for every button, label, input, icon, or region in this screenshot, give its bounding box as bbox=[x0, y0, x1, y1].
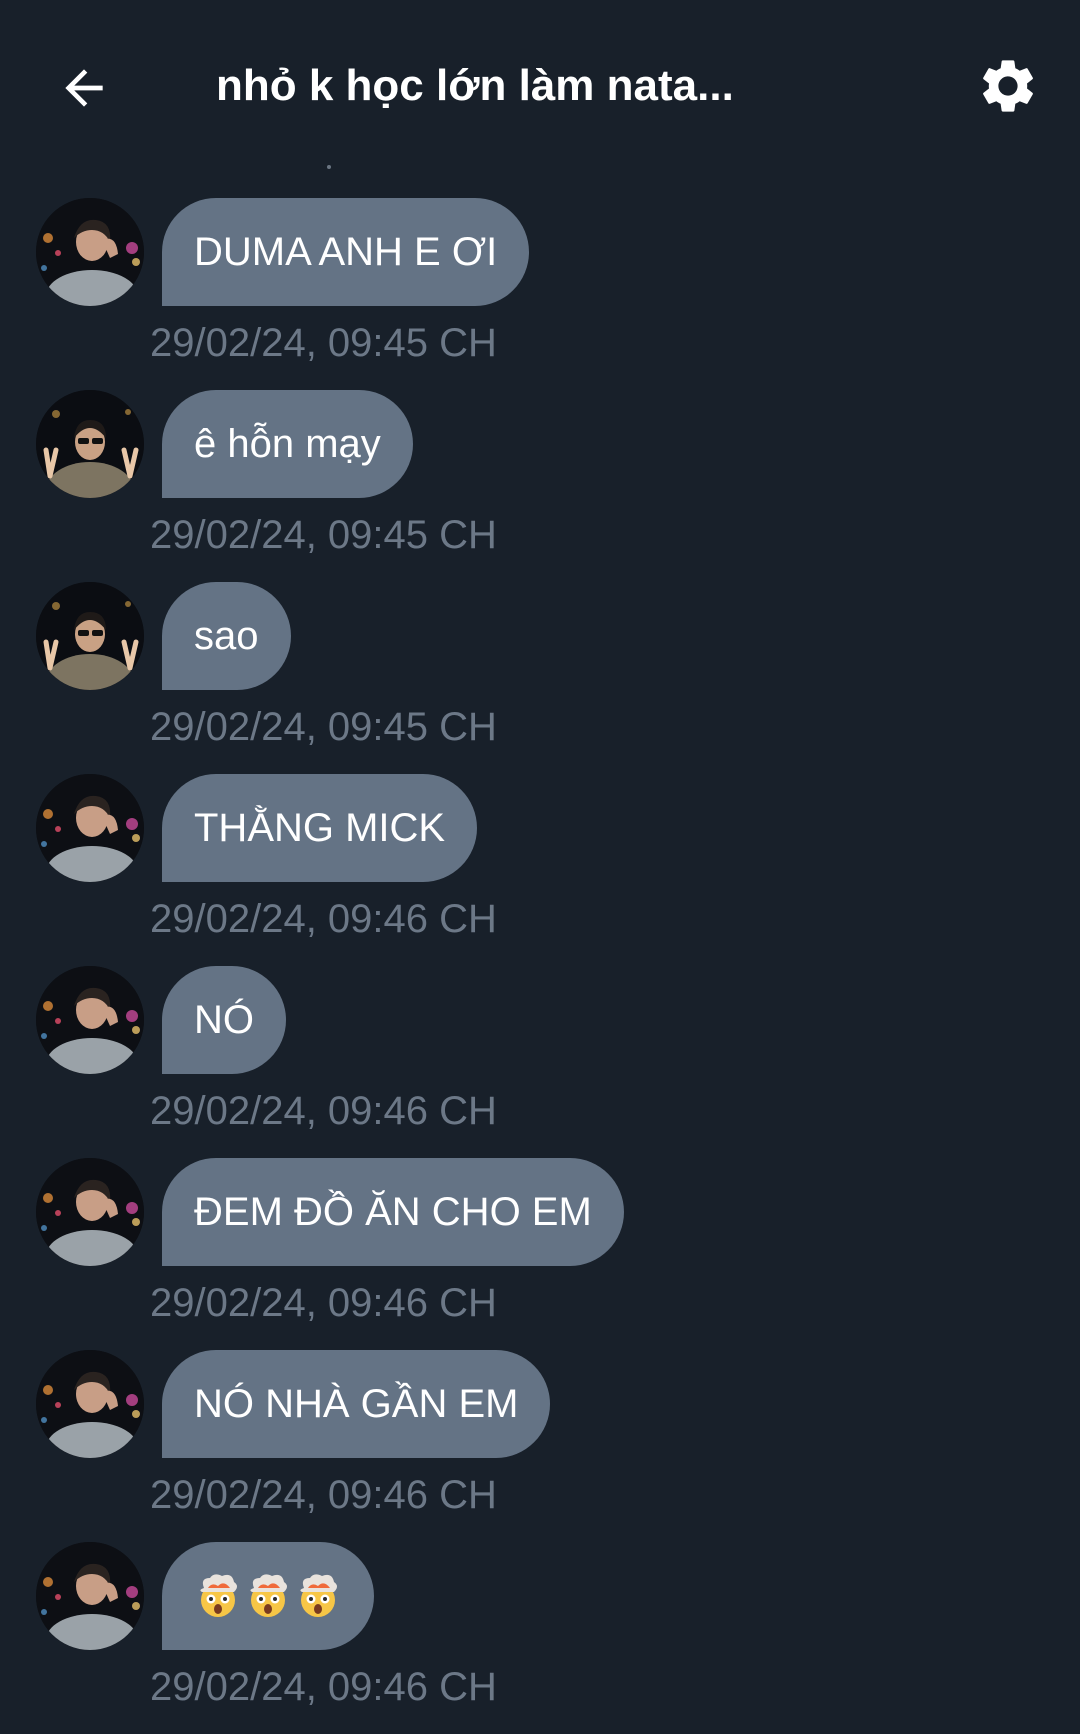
avatar[interactable] bbox=[36, 582, 144, 690]
message-timestamp: 29/02/24, 09:45 CH bbox=[150, 513, 497, 557]
exploding-head-icon bbox=[194, 1572, 242, 1620]
message-timestamp: 29/02/24, 09:45 CH bbox=[150, 705, 497, 749]
message-bubble[interactable] bbox=[162, 1542, 374, 1650]
avatar-image bbox=[36, 1158, 144, 1266]
avatar[interactable] bbox=[36, 774, 144, 882]
arrow-left-icon bbox=[65, 69, 103, 107]
message-timestamp: 29/02/24, 09:45 CH bbox=[150, 321, 497, 365]
gear-icon bbox=[983, 60, 1033, 112]
avatar[interactable] bbox=[36, 1158, 144, 1266]
avatar-image bbox=[36, 966, 144, 1074]
message-row: NÓ 29/02/24, 09:46 CH bbox=[0, 966, 1080, 1158]
message-bubble[interactable]: sao bbox=[162, 582, 291, 690]
message-text: NÓ bbox=[194, 997, 254, 1042]
avatar[interactable] bbox=[36, 1542, 144, 1650]
message-row: ê hỗn mạy 29/02/24, 09:45 CH bbox=[0, 390, 1080, 582]
avatar-image bbox=[36, 1350, 144, 1458]
scroll-indicator bbox=[327, 165, 331, 169]
message-row: ĐEM ĐỒ ĂN CHO EM 29/02/24, 09:46 CH bbox=[0, 1158, 1080, 1350]
message-text: ĐEM ĐỒ ĂN CHO EM bbox=[194, 1189, 592, 1234]
avatar-image bbox=[36, 198, 144, 306]
message-text: THẰNG MICK bbox=[194, 805, 446, 850]
avatar-image bbox=[36, 390, 144, 498]
message-row: 29/02/24, 09:46 CH bbox=[0, 1542, 1080, 1734]
avatar-image bbox=[36, 582, 144, 690]
message-bubble[interactable]: THẰNG MICK bbox=[162, 774, 478, 882]
top-app-bar: nhỏ k học lớn làm nata... bbox=[0, 0, 1080, 168]
message-timestamp: 29/02/24, 09:46 CH bbox=[150, 1281, 497, 1325]
message-timestamp: 29/02/24, 09:46 CH bbox=[150, 1473, 497, 1517]
message-row: NÓ NHÀ GẦN EM 29/02/24, 09:46 CH bbox=[0, 1350, 1080, 1542]
message-row: sao 29/02/24, 09:45 CH bbox=[0, 582, 1080, 774]
emoji-message bbox=[194, 1572, 342, 1620]
settings-button[interactable] bbox=[972, 50, 1044, 122]
message-bubble[interactable]: ĐEM ĐỒ ĂN CHO EM bbox=[162, 1158, 624, 1266]
message-timestamp: 29/02/24, 09:46 CH bbox=[150, 1089, 497, 1133]
message-list[interactable]: DUMA ANH E ƠI 29/02/24, 09:45 CH ê hỗn m… bbox=[0, 198, 1080, 1734]
exploding-head-icon bbox=[294, 1572, 342, 1620]
avatar[interactable] bbox=[36, 198, 144, 306]
avatar-image bbox=[36, 1542, 144, 1650]
message-text: ê hỗn mạy bbox=[194, 421, 381, 466]
message-row: DUMA ANH E ƠI 29/02/24, 09:45 CH bbox=[0, 198, 1080, 390]
message-bubble[interactable]: NÓ bbox=[162, 966, 286, 1074]
exploding-head-icon bbox=[244, 1572, 292, 1620]
avatar[interactable] bbox=[36, 966, 144, 1074]
avatar-image bbox=[36, 774, 144, 882]
chat-title: nhỏ k học lớn làm nata... bbox=[216, 61, 734, 110]
message-timestamp: 29/02/24, 09:46 CH bbox=[150, 897, 497, 941]
message-bubble[interactable]: NÓ NHÀ GẦN EM bbox=[162, 1350, 551, 1458]
message-bubble[interactable]: DUMA ANH E ƠI bbox=[162, 198, 530, 306]
message-text: sao bbox=[194, 613, 259, 658]
back-button[interactable] bbox=[52, 56, 116, 120]
message-text: NÓ NHÀ GẦN EM bbox=[194, 1381, 519, 1426]
message-row: THẰNG MICK 29/02/24, 09:46 CH bbox=[0, 774, 1080, 966]
message-bubble[interactable]: ê hỗn mạy bbox=[162, 390, 413, 498]
message-text: DUMA ANH E ƠI bbox=[194, 229, 498, 274]
avatar[interactable] bbox=[36, 1350, 144, 1458]
message-timestamp: 29/02/24, 09:46 CH bbox=[150, 1665, 497, 1709]
avatar[interactable] bbox=[36, 390, 144, 498]
